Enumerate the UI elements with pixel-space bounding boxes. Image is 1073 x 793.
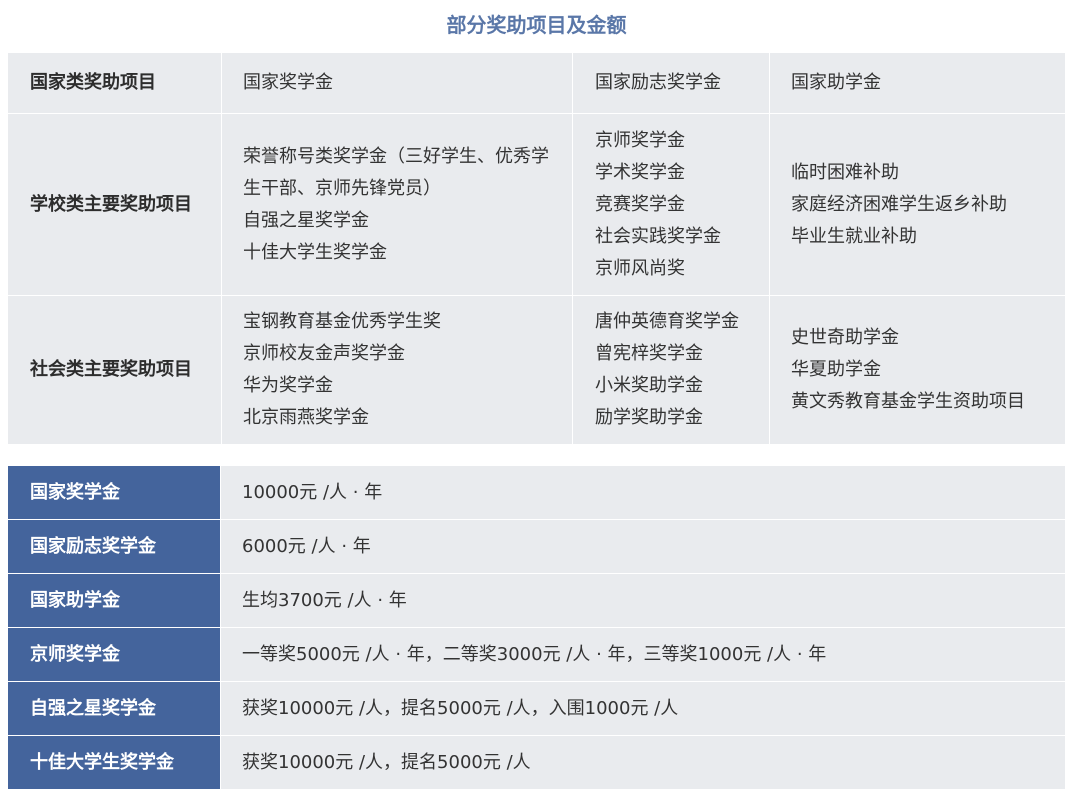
project-item: 自强之星奖学金 — [243, 209, 369, 231]
amount-row: 十佳大学生奖学金 获奖10000元 /人，提名5000元 /人 — [8, 736, 1065, 789]
amount-label: 京师奖学金 — [8, 628, 220, 681]
project-item: 曾宪梓奖学金 — [595, 343, 703, 364]
project-item: 京师奖学金 — [595, 129, 685, 151]
project-item: 十佳大学生奖学金 — [243, 241, 387, 263]
project-item: 临时困难补助 — [791, 161, 899, 183]
page-title: 部分奖助项目及金额 — [446, 13, 627, 37]
project-item: 华为奖学金 — [243, 375, 333, 396]
amount-value: 生均3700元 /人 · 年 — [221, 574, 1065, 627]
projects-cell: 荣誉称号类奖学金（三好学生、优秀学生干部、京师先锋党员） 自强之星奖学金 十佳大… — [221, 114, 571, 295]
project-item: 小米奖助学金 — [595, 375, 703, 396]
projects-row-school: 学校类主要奖助项目 荣誉称号类奖学金（三好学生、优秀学生干部、京师先锋党员） 自… — [8, 114, 1065, 296]
project-item: 学术奖学金 — [595, 161, 685, 183]
project-item: 国家助学金 — [791, 72, 881, 93]
amount-row: 京师奖学金 一等奖5000元 /人 · 年，二等奖3000元 /人 · 年，三等… — [8, 628, 1065, 681]
project-item: 唐仲英德育奖学金 — [595, 311, 739, 332]
projects-cell: 京师奖学金 学术奖学金 竞赛奖学金 社会实践奖学金 京师风尚奖 — [572, 114, 768, 295]
amount-value: 6000元 /人 · 年 — [221, 520, 1065, 573]
amount-label: 国家励志奖学金 — [8, 520, 220, 573]
project-item: 宝钢教育基金优秀学生奖 — [243, 311, 441, 332]
project-item: 社会实践奖学金 — [595, 225, 721, 247]
project-item: 国家励志奖学金 — [595, 72, 721, 93]
project-item: 毕业生就业补助 — [791, 225, 917, 247]
projects-row-national: 国家类奖助项目 国家奖学金 国家励志奖学金 国家助学金 — [8, 53, 1065, 114]
amount-label: 自强之星奖学金 — [8, 682, 220, 735]
amount-row: 国家助学金 生均3700元 /人 · 年 — [8, 574, 1065, 627]
amount-row: 自强之星奖学金 获奖10000元 /人，提名5000元 /人，入围1000元 /… — [8, 682, 1065, 735]
project-item: 京师风尚奖 — [595, 257, 685, 279]
project-item: 黄文秀教育基金学生资助项目 — [791, 391, 1025, 412]
projects-table: 国家类奖助项目 国家奖学金 国家励志奖学金 国家助学金 学校类主要奖助项目 荣誉… — [8, 53, 1065, 444]
amount-label: 国家助学金 — [8, 574, 220, 627]
projects-cell: 唐仲英德育奖学金 曾宪梓奖学金 小米奖助学金 励学奖助学金 — [572, 296, 768, 444]
amount-row: 国家奖学金 10000元 /人 · 年 — [8, 466, 1065, 519]
amount-label: 国家奖学金 — [8, 466, 220, 519]
projects-cell: 国家励志奖学金 — [572, 53, 768, 113]
project-item: 北京雨燕奖学金 — [243, 407, 369, 428]
projects-cell: 国家助学金 — [769, 53, 1065, 113]
amounts-table: 国家奖学金 10000元 /人 · 年 国家励志奖学金 6000元 /人 · 年… — [8, 466, 1065, 790]
project-item: 京师校友金声奖学金 — [243, 343, 405, 364]
project-item: 荣誉称号类奖学金（三好学生、优秀学生干部、京师先锋党员） — [243, 145, 549, 199]
amount-value: 10000元 /人 · 年 — [221, 466, 1065, 519]
category-label: 社会类主要奖助项目 — [30, 359, 192, 380]
projects-cell: 史世奇助学金 华夏助学金 黄文秀教育基金学生资助项目 — [769, 296, 1065, 444]
project-item: 华夏助学金 — [791, 359, 881, 380]
category-label: 国家类奖助项目 — [30, 72, 156, 93]
projects-row-society: 社会类主要奖助项目 宝钢教育基金优秀学生奖 京师校友金声奖学金 华为奖学金 北京… — [8, 296, 1065, 444]
project-item: 励学奖助学金 — [595, 407, 703, 428]
amount-label: 十佳大学生奖学金 — [8, 736, 220, 789]
projects-cell: 国家奖学金 — [221, 53, 571, 113]
amount-value: 一等奖5000元 /人 · 年，二等奖3000元 /人 · 年，三等奖1000元… — [221, 628, 1065, 681]
project-item: 家庭经济困难学生返乡补助 — [791, 193, 1007, 215]
category-label: 学校类主要奖助项目 — [30, 193, 192, 215]
project-item: 国家奖学金 — [243, 72, 333, 93]
project-item: 竞赛奖学金 — [595, 193, 685, 215]
amount-value: 获奖10000元 /人，提名5000元 /人 — [221, 736, 1065, 789]
projects-cell: 宝钢教育基金优秀学生奖 京师校友金声奖学金 华为奖学金 北京雨燕奖学金 — [221, 296, 571, 444]
project-item: 史世奇助学金 — [791, 327, 899, 348]
amount-value: 获奖10000元 /人，提名5000元 /人，入围1000元 /人 — [221, 682, 1065, 735]
amount-row: 国家励志奖学金 6000元 /人 · 年 — [8, 520, 1065, 573]
projects-cell: 临时困难补助 家庭经济困难学生返乡补助 毕业生就业补助 — [769, 114, 1065, 295]
